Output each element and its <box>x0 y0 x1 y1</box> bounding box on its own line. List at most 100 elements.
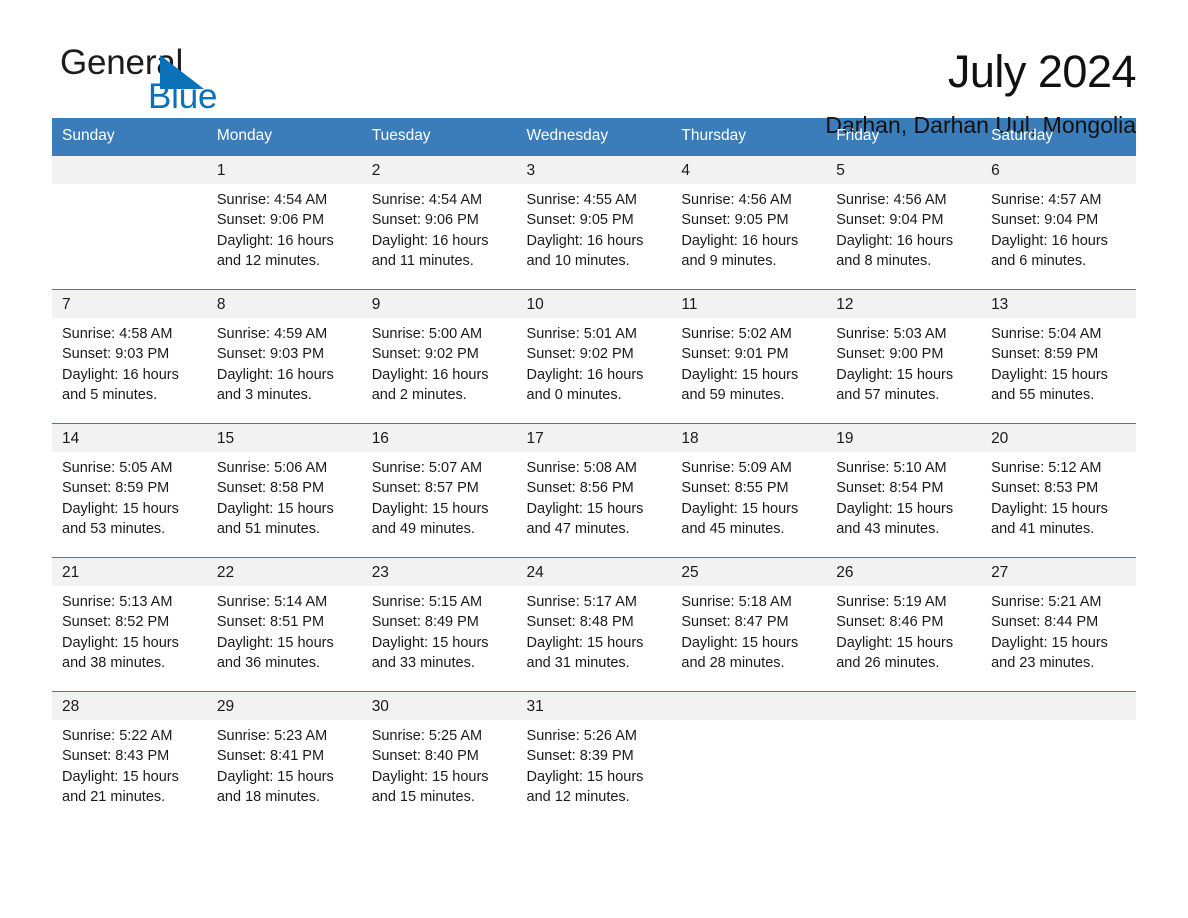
calendar-day-cell[interactable]: 16 Sunrise: 5:07 AM Sunset: 8:57 PM Dayligh… <box>361 423 517 558</box>
calendar-day-cell[interactable]: 10 Sunrise: 5:01 AM Sunset: 9:02 PM Dayligh… <box>516 289 672 424</box>
sunrise-text: Sunrise: 5:13 AM <box>62 594 173 610</box>
day-number: 8 <box>206 290 362 318</box>
day-cell-body: 26 Sunrise: 5:19 AM Sunset: 8:46 PM Dayligh… <box>826 558 982 691</box>
calendar-day-cell[interactable]: 15 Sunrise: 5:06 AM Sunset: 8:58 PM Dayligh… <box>206 423 362 558</box>
sunset-text: Sunset: 8:51 PM <box>216 614 325 631</box>
daylight-text: Daylight: 15 hours and 23 minutes. <box>991 634 1108 672</box>
sunset-text: Sunset: 9:02 PM <box>526 346 634 363</box>
calendar-day-cell[interactable]: 30 Sunrise: 5:25 AM Sunset: 8:40 PM Dayligh… <box>361 691 517 825</box>
calendar-day-cell[interactable]: 12 Sunrise: 5:03 AM Sunset: 9:00 PM Dayligh… <box>826 289 982 424</box>
calendar-day-cell[interactable]: 23 Sunrise: 5:15 AM Sunset: 8:49 PM Dayligh… <box>361 557 517 692</box>
calendar-day-cell[interactable]: 8 Sunrise: 4:59 AM Sunset: 9:03 PM Daylight… <box>206 289 362 424</box>
sunset-text: Sunset: 8:41 PM <box>216 748 325 765</box>
calendar-day-cell[interactable]: 9 Sunrise: 5:00 AM Sunset: 9:02 PM Daylight… <box>361 289 517 424</box>
calendar-week-row: 28 Sunrise: 5:22 AM Sunset: 8:43 PM Dayligh… <box>52 691 1136 825</box>
daylight-text: Daylight: 16 hours and 11 minutes. <box>371 232 489 270</box>
calendar-week-row: 1 Sunrise: 4:54 AM Sunset: 9:06 PM Daylight… <box>52 155 1136 290</box>
sunset-text: Sunset: 8:52 PM <box>62 614 170 631</box>
day-number: 11 <box>671 290 827 318</box>
sunset-text: Sunset: 8:40 PM <box>371 748 479 765</box>
daylight-text: Daylight: 16 hours and 0 minutes. <box>526 366 644 404</box>
calendar-day-cell[interactable]: 5 Sunrise: 4:56 AM Sunset: 9:04 PM Daylight… <box>826 155 982 290</box>
day-number: 28 <box>52 692 207 720</box>
sunset-text: Sunset: 8:59 PM <box>62 480 170 497</box>
sunset-text: Sunset: 8:58 PM <box>216 480 325 497</box>
calendar-day-cell[interactable]: 4 Sunrise: 4:56 AM Sunset: 9:05 PM Daylight… <box>671 155 827 290</box>
day-cell-body: 28 Sunrise: 5:22 AM Sunset: 8:43 PM Dayligh… <box>52 692 207 825</box>
calendar-day-cell[interactable]: 18 Sunrise: 5:09 AM Sunset: 8:55 PM Dayligh… <box>671 423 827 558</box>
calendar-day-cell[interactable]: 13 Sunrise: 5:04 AM Sunset: 8:59 PM Dayligh… <box>981 289 1136 424</box>
calendar-day-cell[interactable]: 27 Sunrise: 5:21 AM Sunset: 8:44 PM Dayligh… <box>981 557 1136 692</box>
sunrise-text: Sunrise: 5:00 AM <box>371 326 483 342</box>
calendar-day-cell[interactable]: 17 Sunrise: 5:08 AM Sunset: 8:56 PM Dayligh… <box>516 423 672 558</box>
sunrise-text: Sunrise: 4:59 AM <box>216 326 328 342</box>
day-number: 22 <box>206 558 362 586</box>
calendar-day-cell[interactable]: 6 Sunrise: 4:57 AM Sunset: 9:04 PM Daylight… <box>981 155 1136 290</box>
calendar-day-cell[interactable]: 26 Sunrise: 5:19 AM Sunset: 8:46 PM Dayligh… <box>826 557 982 692</box>
day-details: Sunrise: 5:07 AM Sunset: 8:57 PM Daylight:… <box>362 452 517 540</box>
day-number <box>52 156 207 184</box>
day-cell-body: 16 Sunrise: 5:07 AM Sunset: 8:57 PM Dayligh… <box>361 424 517 557</box>
day-cell-body: 21 Sunrise: 5:13 AM Sunset: 8:52 PM Dayligh… <box>52 558 207 691</box>
day-cell-body <box>52 156 207 289</box>
day-number: 25 <box>671 558 827 586</box>
calendar-day-cell[interactable]: 3 Sunrise: 4:55 AM Sunset: 9:05 PM Daylight… <box>516 155 672 290</box>
daylight-text: Daylight: 15 hours and 57 minutes. <box>836 366 954 404</box>
day-number <box>671 692 827 720</box>
sunrise-text: Sunrise: 5:15 AM <box>371 594 483 610</box>
calendar-day-cell-empty <box>826 691 982 825</box>
calendar-day-cell[interactable]: 11 Sunrise: 5:02 AM Sunset: 9:01 PM Dayligh… <box>671 289 827 424</box>
day-details: Sunrise: 5:15 AM Sunset: 8:49 PM Daylight:… <box>362 586 517 674</box>
day-number: 20 <box>981 424 1136 452</box>
sunrise-text: Sunrise: 4:57 AM <box>991 192 1102 208</box>
sunrise-text: Sunrise: 5:12 AM <box>991 460 1102 476</box>
calendar-day-cell[interactable]: 24 Sunrise: 5:17 AM Sunset: 8:48 PM Dayligh… <box>516 557 672 692</box>
day-details: Sunrise: 4:58 AM Sunset: 9:03 PM Daylight:… <box>52 318 207 406</box>
day-cell-body: 27 Sunrise: 5:21 AM Sunset: 8:44 PM Dayligh… <box>981 558 1136 691</box>
calendar-week-row: 14 Sunrise: 5:05 AM Sunset: 8:59 PM Dayligh… <box>52 423 1136 558</box>
calendar-day-cell[interactable]: 20 Sunrise: 5:12 AM Sunset: 8:53 PM Dayligh… <box>981 423 1136 558</box>
calendar-day-cell[interactable]: 21 Sunrise: 5:13 AM Sunset: 8:52 PM Dayligh… <box>52 557 207 692</box>
day-details: Sunrise: 5:06 AM Sunset: 8:58 PM Daylight:… <box>207 452 362 540</box>
sunset-text: Sunset: 8:49 PM <box>371 614 479 631</box>
calendar-day-cell[interactable]: 2 Sunrise: 4:54 AM Sunset: 9:06 PM Daylight… <box>361 155 517 290</box>
day-details: Sunrise: 5:00 AM Sunset: 9:02 PM Daylight:… <box>362 318 517 406</box>
daylight-text: Daylight: 16 hours and 12 minutes. <box>216 232 334 270</box>
calendar-day-cell[interactable]: 22 Sunrise: 5:14 AM Sunset: 8:51 PM Dayligh… <box>206 557 362 692</box>
day-cell-body <box>671 692 827 825</box>
calendar-day-cell[interactable]: 28 Sunrise: 5:22 AM Sunset: 8:43 PM Dayligh… <box>52 691 207 825</box>
sunrise-text: Sunrise: 4:58 AM <box>62 326 173 342</box>
calendar-day-cell[interactable]: 31 Sunrise: 5:26 AM Sunset: 8:39 PM Dayligh… <box>516 691 672 825</box>
calendar-day-cell[interactable]: 7 Sunrise: 4:58 AM Sunset: 9:03 PM Daylight… <box>52 289 207 424</box>
sunset-text: Sunset: 8:47 PM <box>681 614 789 631</box>
day-cell-body: 18 Sunrise: 5:09 AM Sunset: 8:55 PM Dayligh… <box>671 424 827 557</box>
calendar-day-cell[interactable]: 14 Sunrise: 5:05 AM Sunset: 8:59 PM Dayligh… <box>52 423 207 558</box>
calendar-day-cell[interactable]: 1 Sunrise: 4:54 AM Sunset: 9:06 PM Daylight… <box>206 155 362 290</box>
day-cell-body: 30 Sunrise: 5:25 AM Sunset: 8:40 PM Dayligh… <box>361 692 517 825</box>
sunset-text: Sunset: 9:05 PM <box>681 212 789 229</box>
calendar-day-cell[interactable]: 19 Sunrise: 5:10 AM Sunset: 8:54 PM Dayligh… <box>826 423 982 558</box>
day-number: 16 <box>361 424 517 452</box>
day-number: 18 <box>671 424 827 452</box>
day-number: 26 <box>826 558 982 586</box>
day-number: 19 <box>826 424 982 452</box>
calendar-body: 1 Sunrise: 4:54 AM Sunset: 9:06 PM Daylight… <box>52 155 1136 825</box>
calendar-day-cell[interactable]: 29 Sunrise: 5:23 AM Sunset: 8:41 PM Dayligh… <box>206 691 362 825</box>
day-details: Sunrise: 5:25 AM Sunset: 8:40 PM Daylight:… <box>362 720 517 808</box>
daylight-text: Daylight: 16 hours and 2 minutes. <box>371 366 489 404</box>
sunset-text: Sunset: 8:54 PM <box>836 480 944 497</box>
sunset-text: Sunset: 8:43 PM <box>62 748 170 765</box>
daylight-text: Daylight: 15 hours and 41 minutes. <box>991 500 1108 538</box>
day-cell-body: 25 Sunrise: 5:18 AM Sunset: 8:47 PM Dayligh… <box>671 558 827 691</box>
sunrise-text: Sunrise: 5:26 AM <box>526 728 637 744</box>
sunrise-text: Sunrise: 5:25 AM <box>371 728 483 744</box>
logo-triangle-icon <box>160 55 204 89</box>
generalblue-logo[interactable]: General Blue <box>52 44 312 130</box>
calendar-day-cell[interactable]: 25 Sunrise: 5:18 AM Sunset: 8:47 PM Dayligh… <box>671 557 827 692</box>
sunset-text: Sunset: 8:46 PM <box>836 614 944 631</box>
day-cell-body: 14 Sunrise: 5:05 AM Sunset: 8:59 PM Dayligh… <box>52 424 207 557</box>
sunset-text: Sunset: 8:55 PM <box>681 480 789 497</box>
sunset-text: Sunset: 9:05 PM <box>526 212 634 229</box>
day-number <box>981 692 1136 720</box>
sunrise-text: Sunrise: 5:17 AM <box>526 594 637 610</box>
